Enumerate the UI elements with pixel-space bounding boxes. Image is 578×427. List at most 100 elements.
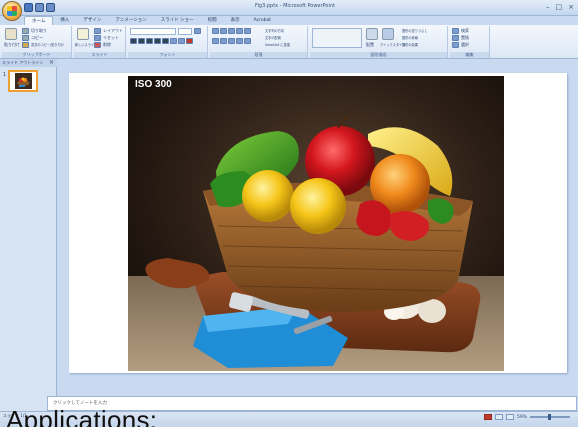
font-color-icon[interactable] <box>186 38 193 44</box>
group-label-font: フォント <box>128 52 207 58</box>
window-title: Fig3.pptx - Microsoft PowerPoint <box>255 3 335 9</box>
cut-button[interactable]: 切り取り <box>31 28 47 34</box>
char-spacing-icon[interactable] <box>170 38 177 44</box>
tab-animations[interactable]: アニメーション <box>108 16 153 25</box>
view-controls: 59% <box>483 414 570 420</box>
reset-button[interactable]: リセット <box>103 35 119 41</box>
bold-icon[interactable] <box>130 38 137 44</box>
image-caption: ISO 300 <box>135 79 172 90</box>
format-painter-icon[interactable] <box>22 42 29 48</box>
thumbnail-image <box>15 73 32 89</box>
line-spacing-icon[interactable] <box>244 28 251 34</box>
minimize-button[interactable]: – <box>546 3 550 11</box>
zoom-slider-thumb[interactable] <box>548 414 551 420</box>
format-painter-button[interactable]: 書式のコピー/貼り付け <box>31 42 64 47</box>
increase-indent-icon[interactable] <box>236 28 243 34</box>
align-left-icon[interactable] <box>212 38 219 44</box>
replace-icon[interactable] <box>452 35 459 41</box>
font-name-select[interactable] <box>130 28 176 35</box>
group-slides: 新しいスライド レイアウト リセット 削除 スライド <box>74 26 126 58</box>
tab-slideshow[interactable]: スライド ショー <box>154 16 201 25</box>
redo-icon[interactable] <box>46 3 55 12</box>
slide-canvas[interactable]: ISO 300 <box>69 73 567 373</box>
office-button[interactable] <box>2 1 22 21</box>
group-paragraph: 文字列の方向 文字の配置 SmartArt に変換 段落 <box>210 26 308 58</box>
decrease-indent-icon[interactable] <box>228 28 235 34</box>
align-center-icon[interactable] <box>220 38 227 44</box>
window-controls: – □ × <box>546 3 574 11</box>
font-size-select[interactable] <box>178 28 192 35</box>
tab-insert[interactable]: 挿入 <box>53 16 76 25</box>
cut-icon[interactable] <box>22 28 29 34</box>
quick-styles-icon[interactable] <box>382 28 394 40</box>
new-slide-icon[interactable] <box>77 28 89 40</box>
zoom-slider[interactable] <box>530 414 570 420</box>
copy-icon[interactable] <box>22 35 29 41</box>
tab-home[interactable]: ホーム <box>24 16 54 25</box>
overlay-heading: Applications: <box>6 405 158 427</box>
group-label-drawing: 図形描画 <box>310 52 447 58</box>
slide-sorter-icon[interactable] <box>494 414 503 420</box>
justify-icon[interactable] <box>236 38 243 44</box>
grow-font-icon[interactable] <box>194 28 201 34</box>
shape-effects-button[interactable]: 図形の効果 <box>402 42 418 47</box>
paste-button[interactable]: 貼り付け <box>4 42 20 48</box>
ribbon: 貼り付け 切り取り コピー 書式のコピー/貼り付け クリップボード 新しいスライ… <box>0 25 578 59</box>
italic-icon[interactable] <box>138 38 145 44</box>
change-case-icon[interactable] <box>178 38 185 44</box>
group-label-paragraph: 段落 <box>210 52 307 58</box>
columns-icon[interactable] <box>244 38 251 44</box>
layout-icon[interactable] <box>94 28 101 34</box>
tab-acrobat[interactable]: Acrobat <box>247 16 278 25</box>
find-button[interactable]: 検索 <box>461 28 469 34</box>
group-editing: 検索 置換 選択 編集 <box>450 26 490 58</box>
shape-fill-button[interactable]: 図形の塗りつぶし <box>402 28 428 33</box>
replace-button[interactable]: 置換 <box>461 35 469 41</box>
smartart-button[interactable]: SmartArt に変換 <box>265 42 290 47</box>
close-button[interactable]: × <box>568 3 574 11</box>
shadow-icon[interactable] <box>162 38 169 44</box>
quick-access-toolbar <box>24 3 55 12</box>
text-direction-button[interactable]: 文字列の方向 <box>265 28 284 33</box>
fruit-basket-photo[interactable]: ISO 300 <box>128 76 504 371</box>
group-clipboard: 貼り付け 切り取り コピー 書式のコピー/貼り付け クリップボード <box>2 26 72 58</box>
office-logo-icon <box>7 6 17 16</box>
save-icon[interactable] <box>24 3 33 12</box>
find-icon[interactable] <box>452 28 459 34</box>
underline-icon[interactable] <box>146 38 153 44</box>
delete-icon[interactable] <box>94 42 101 48</box>
layout-button[interactable]: レイアウト <box>103 28 123 34</box>
slides-pane: スライド アウトライン × 1 <box>0 59 57 411</box>
slideshow-icon[interactable] <box>505 414 514 420</box>
tab-design[interactable]: デザイン <box>76 16 108 25</box>
tab-review[interactable]: 校閲 <box>201 16 224 25</box>
strikethrough-icon[interactable] <box>154 38 161 44</box>
group-font: フォント <box>128 26 208 58</box>
align-right-icon[interactable] <box>228 38 235 44</box>
close-pane-icon[interactable]: × <box>49 59 54 66</box>
delete-button[interactable]: 削除 <box>103 42 111 48</box>
maximize-button[interactable]: □ <box>556 3 563 11</box>
arrange-button[interactable]: 配置 <box>366 42 374 48</box>
group-label-clipboard: クリップボード <box>2 52 71 58</box>
select-icon[interactable] <box>452 42 459 48</box>
select-button[interactable]: 選択 <box>461 42 469 48</box>
copy-button[interactable]: コピー <box>31 35 43 41</box>
group-label-slides: スライド <box>74 52 125 58</box>
group-label-editing: 編集 <box>450 52 489 58</box>
bullets-icon[interactable] <box>212 28 219 34</box>
align-text-button[interactable]: 文字の配置 <box>265 35 281 40</box>
zoom-level[interactable]: 59% <box>517 415 527 420</box>
numbering-icon[interactable] <box>220 28 227 34</box>
tab-view[interactable]: 表示 <box>224 16 247 25</box>
slide-thumbnail[interactable] <box>8 70 38 92</box>
shape-outline-button[interactable]: 図形の枠線 <box>402 35 418 40</box>
undo-icon[interactable] <box>35 3 44 12</box>
arrange-icon[interactable] <box>366 28 378 40</box>
normal-view-icon[interactable] <box>483 414 492 420</box>
paste-icon[interactable] <box>5 28 17 40</box>
reset-icon[interactable] <box>94 35 101 41</box>
group-drawing: 配置 クイックスタイル 図形の塗りつぶし 図形の枠線 図形の効果 図形描画 <box>310 26 448 58</box>
ribbon-tabs: ホーム 挿入 デザイン アニメーション スライド ショー 校閲 表示 Acrob… <box>24 16 278 25</box>
shapes-gallery[interactable] <box>312 28 362 48</box>
